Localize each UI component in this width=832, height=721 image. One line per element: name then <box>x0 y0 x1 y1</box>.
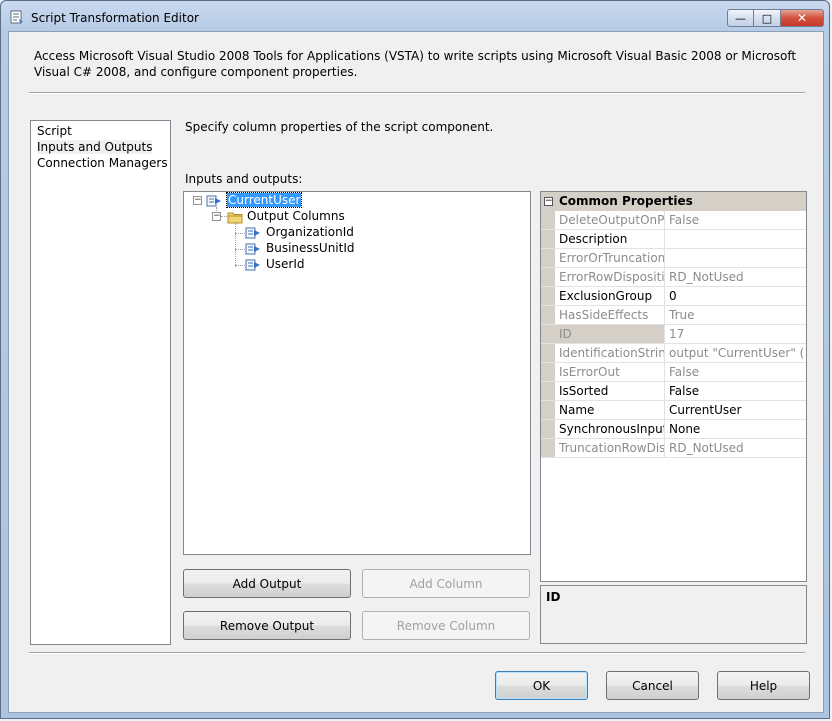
maximize-button[interactable]: □ <box>754 9 781 27</box>
minimize-button[interactable]: — <box>727 9 754 27</box>
property-row-delete-output[interactable]: DeleteOutputOnPat False <box>541 211 806 230</box>
property-row-gutter <box>541 344 555 362</box>
dialog-description: Access Microsoft Visual Studio 2008 Tool… <box>34 49 797 79</box>
property-category[interactable]: − Common Properties <box>541 192 806 211</box>
property-row-gutter <box>541 230 555 248</box>
help-button[interactable]: Help <box>717 671 810 700</box>
tree-line <box>235 223 236 267</box>
property-row-gutter <box>541 382 555 400</box>
inputs-outputs-label: Inputs and outputs: <box>185 172 303 186</box>
window-title: Script Transformation Editor <box>31 11 199 25</box>
property-row-gutter <box>541 325 555 343</box>
page-navigation-list: Script Inputs and Outputs Connection Man… <box>30 120 171 645</box>
inputs-outputs-tree[interactable]: − CurrentUser − Output Columns Organizat… <box>183 191 531 555</box>
property-row-gutter <box>541 249 555 267</box>
ok-button[interactable]: OK <box>495 671 588 700</box>
property-row-gutter <box>541 363 555 381</box>
property-row-id[interactable]: ID 17 <box>541 325 806 344</box>
property-row-gutter <box>541 211 555 229</box>
bottom-separator <box>29 652 805 654</box>
property-row-is-sorted[interactable]: IsSorted False <box>541 382 806 401</box>
folder-icon <box>227 212 243 224</box>
property-row-gutter <box>541 268 555 286</box>
property-help-panel: ID <box>540 585 807 644</box>
nav-item-script[interactable]: Script <box>31 123 170 139</box>
collapse-category-icon[interactable]: − <box>544 197 553 206</box>
property-row-gutter <box>541 439 555 457</box>
property-row-exclusion-group[interactable]: ExclusionGroup 0 <box>541 287 806 306</box>
tree-node-output[interactable]: CurrentUser <box>225 192 303 209</box>
page-instruction: Specify column properties of the script … <box>185 120 494 134</box>
property-row-error-row-disposition[interactable]: ErrorRowDispositior RD_NotUsed <box>541 268 806 287</box>
property-grid[interactable]: − Common Properties DeleteOutputOnPat Fa… <box>540 191 807 582</box>
close-icon: ✕ <box>796 11 808 25</box>
property-help-title: ID <box>546 590 561 604</box>
property-row-is-error-out[interactable]: IsErrorOut False <box>541 363 806 382</box>
property-row-gutter <box>541 401 555 419</box>
cancel-button[interactable]: Cancel <box>606 671 699 700</box>
output-icon <box>206 195 221 207</box>
property-row-error-or-truncation[interactable]: ErrorOrTruncationO <box>541 249 806 268</box>
remove-column-button[interactable]: Remove Column <box>362 611 530 640</box>
tree-line <box>235 249 245 250</box>
add-column-button[interactable]: Add Column <box>362 569 530 598</box>
nav-item-inputs-and-outputs[interactable]: Inputs and Outputs <box>31 139 170 155</box>
property-row-has-side-effects[interactable]: HasSideEffects True <box>541 306 806 325</box>
close-button[interactable]: ✕ <box>781 9 824 27</box>
dialog-client-area: Access Microsoft Visual Studio 2008 Tool… <box>8 31 824 713</box>
collapse-output-toggle[interactable]: − <box>193 196 202 205</box>
property-row-identification-string[interactable]: IdentificationString output "CurrentUser… <box>541 344 806 363</box>
tree-node-output-columns[interactable]: Output Columns <box>247 209 345 225</box>
title-bar[interactable]: Script Transformation Editor — □ ✕ <box>1 1 829 31</box>
column-icon <box>245 227 260 239</box>
tree-line <box>235 233 245 234</box>
property-row-gutter <box>541 306 555 324</box>
property-row-description[interactable]: Description <box>541 230 806 249</box>
property-row-name[interactable]: Name CurrentUser <box>541 401 806 420</box>
script-component-icon <box>10 10 23 24</box>
column-icon <box>245 243 260 255</box>
property-row-synchronous-input-id[interactable]: SynchronousInputII None <box>541 420 806 439</box>
collapse-output-columns-toggle[interactable]: − <box>212 212 221 221</box>
tree-line <box>235 265 245 266</box>
property-row-truncation-row-disposition[interactable]: TruncationRowDisp RD_NotUsed <box>541 439 806 458</box>
column-icon <box>245 259 260 271</box>
script-transformation-editor-window: Script Transformation Editor — □ ✕ Acces… <box>0 0 830 719</box>
nav-item-connection-managers[interactable]: Connection Managers <box>31 155 170 171</box>
maximize-icon: □ <box>761 11 773 25</box>
top-separator <box>29 92 805 94</box>
remove-output-button[interactable]: Remove Output <box>183 611 351 640</box>
tree-node-column[interactable]: OrganizationId <box>266 225 354 241</box>
tree-node-column[interactable]: BusinessUnitId <box>266 241 355 257</box>
tree-node-column[interactable]: UserId <box>266 257 305 273</box>
property-row-gutter <box>541 287 555 305</box>
minimize-icon: — <box>735 11 746 25</box>
add-output-button[interactable]: Add Output <box>183 569 351 598</box>
property-row-gutter <box>541 420 555 438</box>
